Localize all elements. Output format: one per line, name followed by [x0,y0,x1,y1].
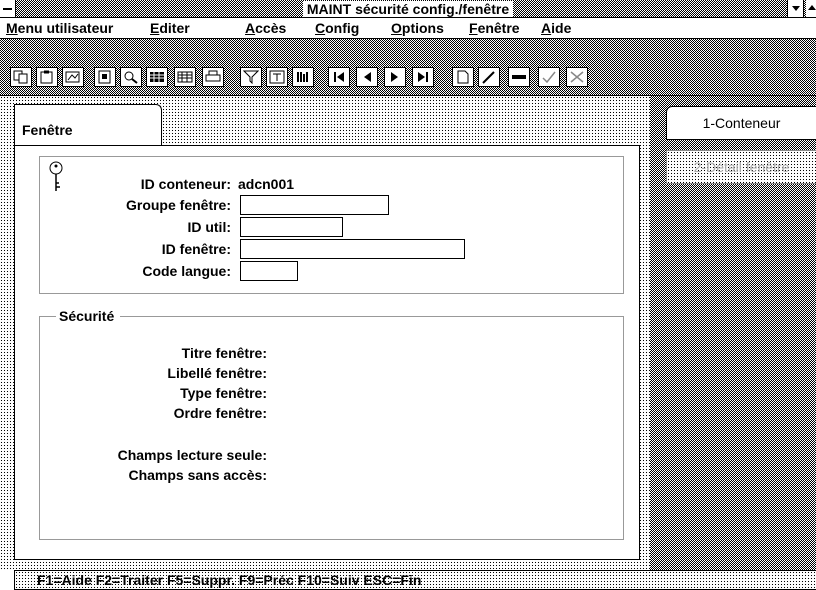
text-button[interactable] [266,67,288,87]
new-record-icon [457,70,469,84]
code-langue-field[interactable] [240,261,298,281]
accept-button[interactable] [538,67,560,87]
next-record-button[interactable] [384,67,406,87]
find-button[interactable] [120,67,142,87]
champs-lecture-seule-label: Champs lecture seule: [117,447,267,463]
previous-record-button[interactable] [356,67,378,87]
groupe-fenetre-field[interactable] [240,195,389,215]
menu-options[interactable]: Options [391,20,444,36]
grid-icon [150,72,164,82]
minimize-button[interactable] [787,0,804,17]
code-langue-label: Code langue: [142,263,231,279]
cancel-button[interactable] [566,67,588,87]
find-icon [124,71,138,84]
link-button[interactable] [62,67,84,87]
table-icon [177,71,193,83]
key-group: ID conteneur: adcn001 Groupe fenêtre: ID… [39,156,624,294]
window-title-wrap: MAINT sécurité config./fenêtre [0,1,816,17]
menu-aide-label: Aide [541,20,572,36]
key-icon [49,161,63,191]
filter-button[interactable] [240,67,262,87]
groupe-fenetre-label: Groupe fenêtre: [125,197,231,213]
menu-fenetre-label: Fenêtre [469,20,520,36]
menu-editer[interactable]: Editer [150,20,190,36]
edit-button[interactable] [478,67,500,87]
link-icon [65,71,80,83]
id-util-label: ID util: [187,219,231,235]
id-fenetre-field[interactable] [240,239,465,259]
id-conteneur-label: ID conteneur: [140,176,231,192]
delete-button[interactable] [508,67,530,87]
status-text: F1=Aide F2=Traiter F5=Suppr. F9=Préc F10… [37,572,422,588]
champs-sans-acces-label: Champs sans accès: [128,467,267,483]
titre-fenetre-label: Titre fenêtre: [181,345,267,361]
document-icon [98,70,111,84]
menu-utilisateur-label: Menu utilisateur [6,20,114,36]
type-fenetre-label: Type fenêtre: [180,385,267,401]
last-record-icon [418,72,428,82]
menu-bar: Menu utilisateur Editer Accès Config Opt… [0,18,816,39]
new-record-button[interactable] [452,67,474,87]
print-button[interactable] [202,67,224,87]
first-record-icon [334,72,344,82]
title-bar: MAINT sécurité config./fenêtre [0,0,816,18]
copy-button[interactable] [10,67,32,87]
delete-icon [512,75,526,79]
table-button[interactable] [174,67,196,87]
menu-options-label: Options [391,20,444,36]
maximize-icon [808,5,816,10]
menu-acces-label: Accès [245,20,287,36]
libelle-fenetre-label: Libellé fenêtre: [167,365,267,381]
text-icon [269,70,285,84]
id-fenetre-label: ID fenêtre: [161,241,231,257]
document-button[interactable] [94,67,116,87]
first-record-button[interactable] [328,67,350,87]
menu-config-label: Config [315,20,360,36]
id-conteneur-value: adcn001 [238,176,295,192]
security-legend: Sécurité [56,308,121,324]
ordre-fenetre-label: Ordre fenêtre: [173,405,267,421]
previous-record-icon [364,72,371,82]
id-util-field[interactable] [240,217,343,237]
cancel-icon [570,71,584,83]
copy-icon [13,70,28,84]
menu-aide[interactable]: Aide [541,20,571,36]
toolbar [0,39,816,96]
detail-fenetre-button[interactable]: 2-Détail fenêtre [666,150,816,184]
main-area: Fenêtre ID conteneur: adcn001 Groupe fen… [0,96,816,570]
last-record-button[interactable] [412,67,434,87]
filter-icon [243,70,259,84]
paste-icon [40,70,53,84]
next-record-icon [391,72,398,82]
menu-acces[interactable]: Accès [245,20,286,36]
detail-fenetre-label: 2-Détail fenêtre [693,159,790,175]
status-bar: F1=Aide F2=Traiter F5=Suppr. F9=Préc F10… [14,570,816,590]
columns-button[interactable] [292,67,314,87]
columns-icon [297,72,308,82]
grid-button[interactable] [146,67,168,87]
tab-fenetre[interactable]: Fenêtre [14,104,162,146]
maximize-button[interactable] [806,0,816,17]
print-icon [205,70,221,82]
menu-editer-label: Editer [150,20,190,36]
minimize-icon [792,6,800,11]
menu-fenetre[interactable]: Fenêtre [469,20,520,36]
tab-fenetre-label: Fenêtre [22,122,73,138]
menu-utilisateur[interactable]: Menu utilisateur [6,20,113,36]
paste-button[interactable] [36,67,58,87]
menu-config[interactable]: Config [315,20,359,36]
conteneur-button[interactable]: 1-Conteneur [666,106,816,140]
edit-icon [482,71,495,84]
security-group: Sécurité Titre fenêtre: Libellé fenêtre:… [39,308,624,540]
window-title: MAINT sécurité config./fenêtre [302,1,514,17]
accept-icon [542,71,556,84]
form-panel: ID conteneur: adcn001 Groupe fenêtre: ID… [14,145,640,560]
